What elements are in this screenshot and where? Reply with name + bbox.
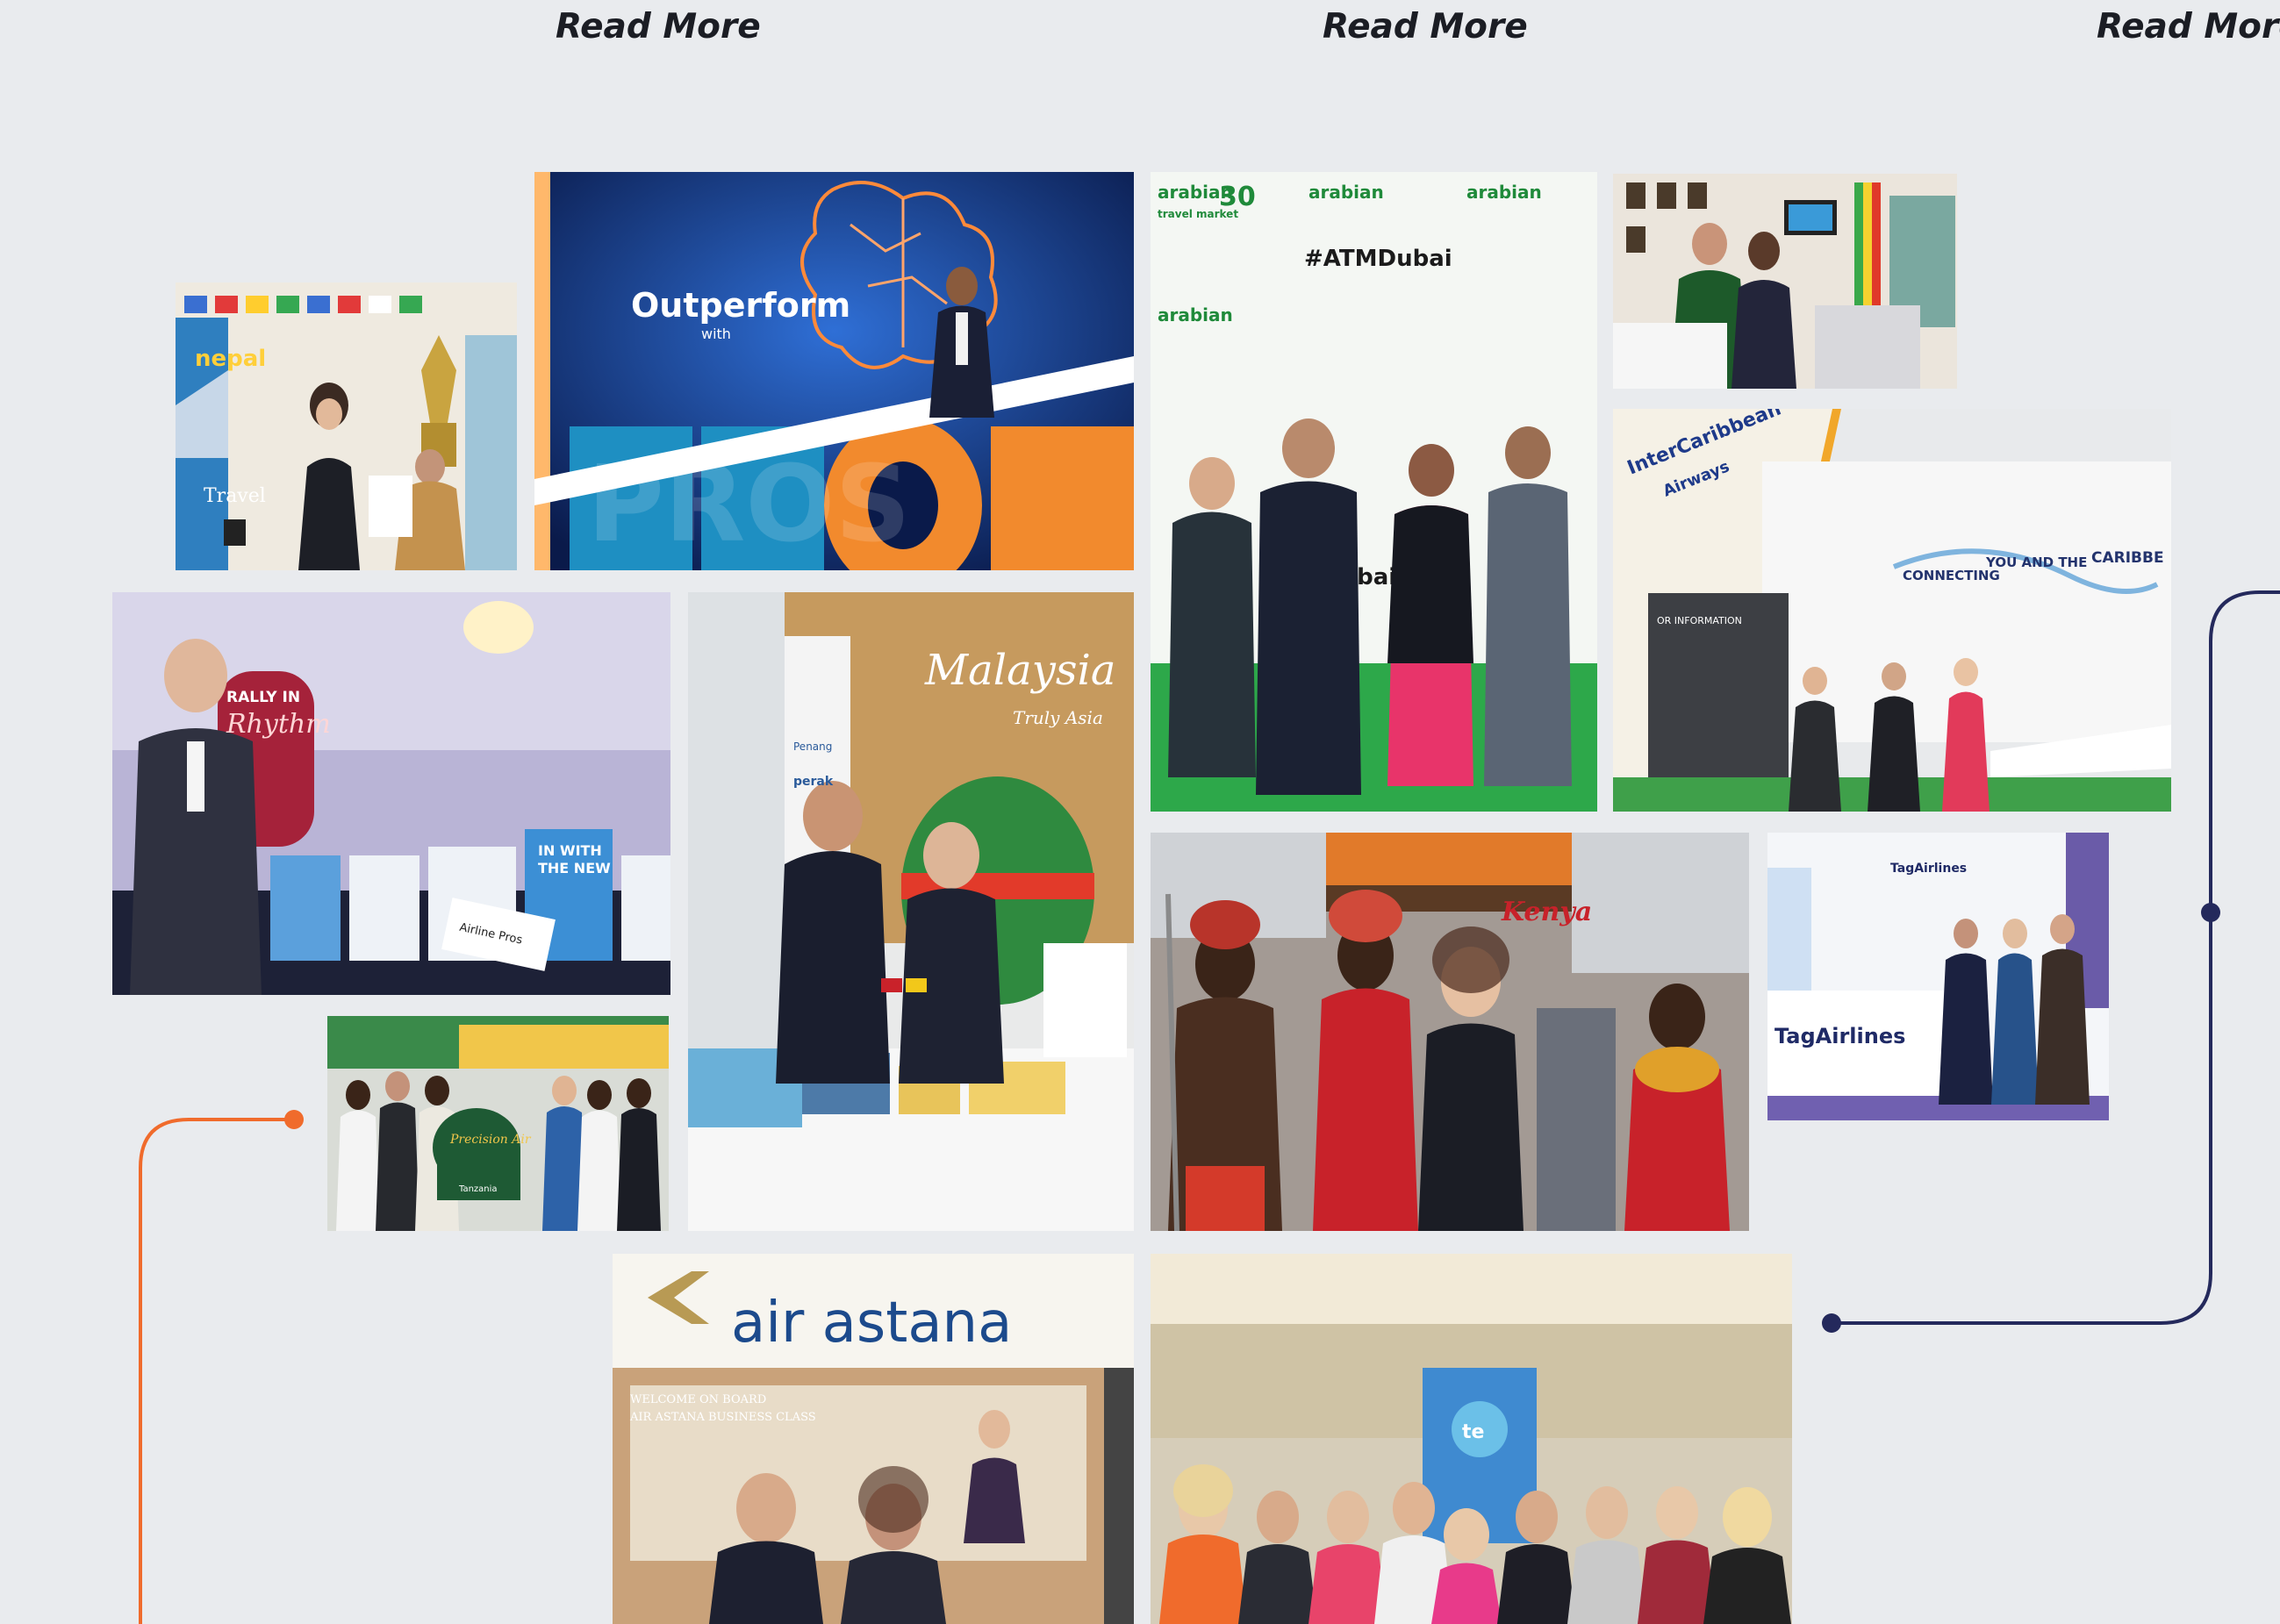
atm-logo-2: arabian [1308,182,1384,203]
perak-sign: perak [793,775,834,789]
atm-logo-4: arabian [1158,304,1233,326]
photo-group-celebration: te [1151,1254,1792,1624]
in-with-sign: IN WITH [538,842,602,859]
pros-sign: PROS [587,444,911,566]
banner-sign: te [1462,1421,1484,1443]
photo-air-astana: air astana WELCOME ON BOARD AIR ASTANA B… [613,1254,1134,1624]
penang-sign: Penang [793,740,832,753]
you-and-the-sign: YOU AND THE [1985,554,2087,570]
caribbean-sign: CARIBBE [2091,549,2164,567]
welcome-sign: WELCOME ON BOARD [630,1393,766,1406]
travel-sign: Travel [204,485,266,507]
atmdubai-hashtag: #ATMDubai [1304,246,1452,272]
photo-intercaribbean: InterCaribbean Airways CONNECTING YOU AN… [1613,409,2171,812]
precision-air-sign: Precision Air [449,1133,532,1147]
tag-airlines-top-sign: TagAirlines [1890,862,1967,876]
photo-nepal-booth: nepal Travel [176,283,517,570]
photo-tag-airlines: TagAirlines TagAirlines [1767,833,2109,1120]
atm-30-1: 30 [1219,182,1256,212]
business-class-sign: AIR ASTANA BUSINESS CLASS [629,1411,816,1424]
malaysia-sign: Malaysia [924,646,1115,695]
photo-kenya-warriors: Kenya [1151,833,1749,1231]
nepal-sign: nepal [195,346,266,372]
tag-airlines-desk-sign: TagAirlines [1775,1024,1905,1048]
truly-asia-sign: Truly Asia [1013,707,1103,728]
rhythm-sign: Rhythm [226,709,331,740]
atm-logo-3: arabian [1466,182,1542,203]
photo-outperform-pros: Outperform with PROS [534,172,1134,570]
info-sign: OR INFORMATION [1657,615,1742,626]
tanzania-sign: Tanzania [458,1184,498,1194]
the-new-sign: THE NEW [538,860,611,876]
photo-arabian-travel-market: arabian travel market 30 arabian arabian… [1151,172,1597,812]
air-astana-logo: air astana [731,1291,1012,1356]
photo-precision-air: Precision Air Tanzania [327,1016,669,1231]
outperform-sign: Outperform [631,286,850,325]
kenya-sign: Kenya [1501,897,1592,927]
photo-rally-rhythm: RALLY IN Rhythm IN WITH THE NEW Airline … [112,592,670,995]
photo-malaysia-booth: Malaysia Truly Asia perak Penang [688,592,1134,1231]
with-sign: with [701,326,731,342]
rally-sign: RALLY IN [226,689,300,706]
photo-flags-booth [1613,174,1957,389]
